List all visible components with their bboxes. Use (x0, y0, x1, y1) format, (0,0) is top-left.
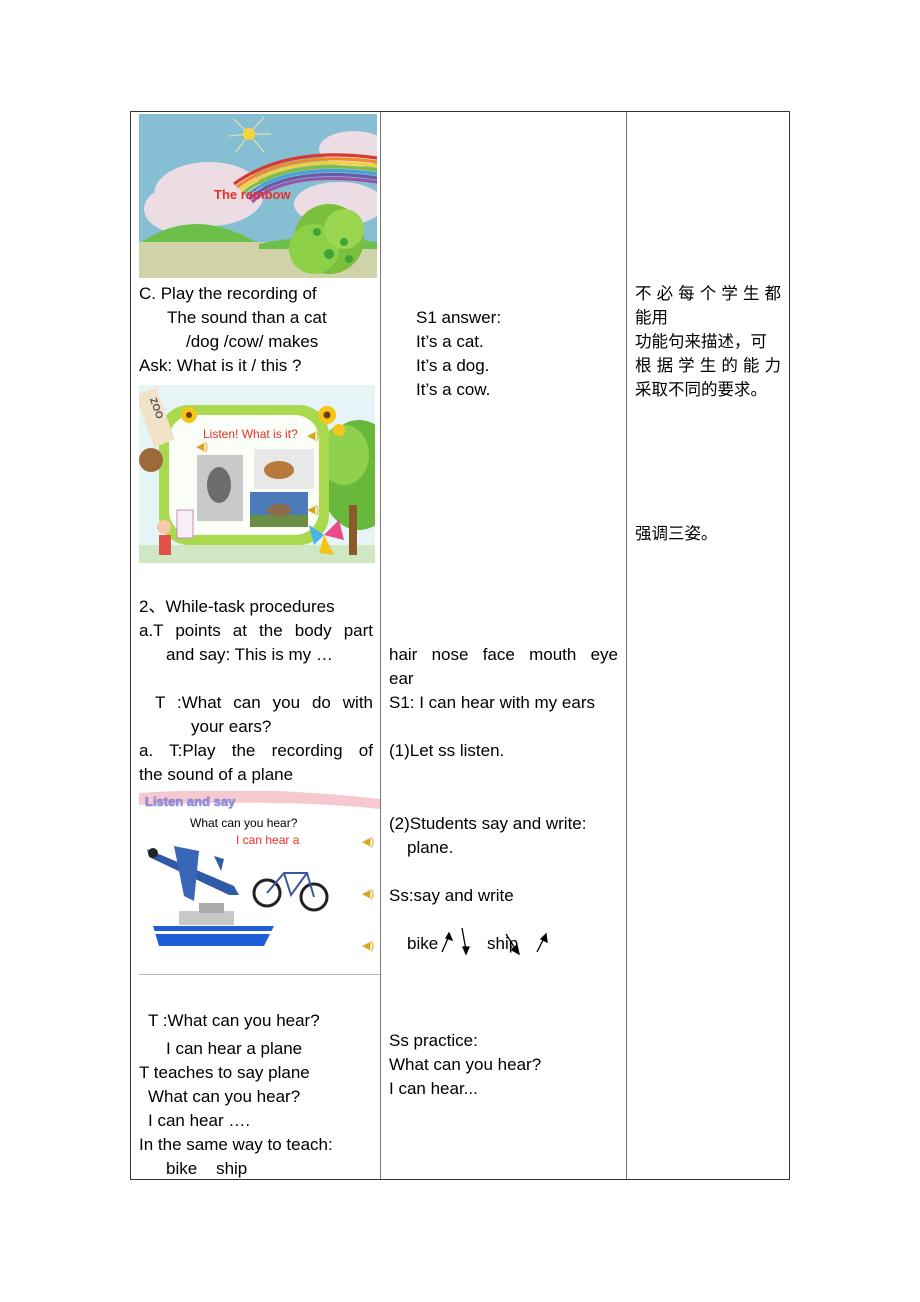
step-line: (2)Students say and write: (389, 814, 587, 833)
falling-arrow-icon (505, 933, 520, 956)
practice-line: I can hear a plane (166, 1039, 303, 1058)
step-line: Ss:say and write (389, 886, 514, 905)
practice-line: What can you hear? (148, 1087, 301, 1106)
slide-question: What can you hear? (190, 816, 298, 830)
boat-icon (153, 903, 274, 946)
practice-line: bike ship (166, 1159, 248, 1178)
rising-arrow-icon (441, 931, 454, 953)
intonation-word: bike (407, 934, 439, 953)
intonation-arrows (441, 927, 548, 956)
column-divider (626, 112, 627, 1179)
speaker-icon[interactable]: ◀) (362, 835, 374, 848)
slide-header: Listen and say (145, 794, 236, 809)
slide-title: Listen! What is it? (203, 427, 298, 441)
answer-line: It’s a cow. (416, 380, 491, 399)
teacher-note-line: 强调三姿。 (635, 524, 718, 543)
answer-line: It’s a dog. (416, 356, 490, 375)
speaker-icon[interactable]: ◀) (307, 429, 319, 442)
body-parts-line: hair nose face mouth eye (389, 645, 618, 664)
speaker-icon[interactable]: ◀) (362, 887, 374, 900)
document-page: The rainbow C. Play the recording of The… (0, 0, 920, 1302)
bicycle-icon (252, 872, 329, 912)
section-c-line: The sound than a cat (167, 308, 327, 327)
teacher-note-line: 不必每个学生都 (635, 284, 781, 303)
practice-line: In the same way to teach: (139, 1135, 333, 1154)
practice-line: I can hear …. (148, 1111, 251, 1130)
while-task-heading: 2、While-task procedures (139, 597, 335, 616)
teacher-note-line: 采取不同的要求。 (635, 380, 767, 399)
zoo-illustration (139, 385, 375, 563)
teacher-note-line: 能用 (635, 308, 668, 327)
practice-line: T teaches to say plane (139, 1063, 310, 1082)
practice-line: What can you hear? (389, 1055, 542, 1074)
step-line: plane. (407, 838, 454, 857)
practice-heading: Ss practice: (389, 1031, 478, 1050)
practice-line: T :What can you hear? (148, 1011, 320, 1030)
speaker-icon[interactable]: ◀) (307, 503, 319, 516)
answer-line: It’s a cat. (416, 332, 484, 351)
slide-answer: I can hear a (236, 833, 300, 847)
section-c-line: Ask: What is it / this ? (139, 356, 302, 375)
section-c-line: C. Play the recording of (139, 284, 317, 303)
while-task-line: a.T points at the body part (139, 621, 373, 640)
s1-answer-label: S1 answer: (416, 308, 502, 327)
section-c-line: /dog /cow/ makes (186, 332, 319, 351)
slide-title: The rainbow (214, 187, 291, 202)
falling-arrow-icon (461, 927, 470, 956)
while-task-line: the sound of a plane (139, 765, 294, 784)
body-parts-line: ear (389, 669, 414, 688)
while-task-line: your ears? (191, 717, 272, 736)
rainbow-slide-image: The rainbow (139, 114, 377, 278)
listen-what-is-it-slide-image: ZOO Listen! What is it? ◀) ◀) ◀) (139, 385, 375, 563)
while-task-line: T :What can you do with (155, 693, 373, 712)
step-line: (1)Let ss listen. (389, 741, 505, 760)
column-divider (380, 112, 381, 1179)
teacher-note-line: 根据学生的能力 (635, 356, 781, 375)
teacher-note-line: 功能句来描述，可 (635, 332, 767, 351)
while-task-line: and say: This is my … (166, 645, 333, 664)
practice-line: I can hear... (389, 1079, 478, 1098)
speaker-icon[interactable]: ◀) (196, 440, 208, 453)
s1-hear-line: S1: I can hear with my ears (389, 693, 595, 712)
speaker-icon[interactable]: ◀) (362, 939, 374, 952)
rising-arrow-icon (536, 932, 548, 953)
while-task-line: a. T:Play the recording of (139, 741, 373, 760)
plane-icon (147, 846, 239, 901)
listen-and-say-slide-image: Listen and say What can you hear? I can … (139, 791, 380, 967)
image-bottom-rule (139, 974, 380, 975)
